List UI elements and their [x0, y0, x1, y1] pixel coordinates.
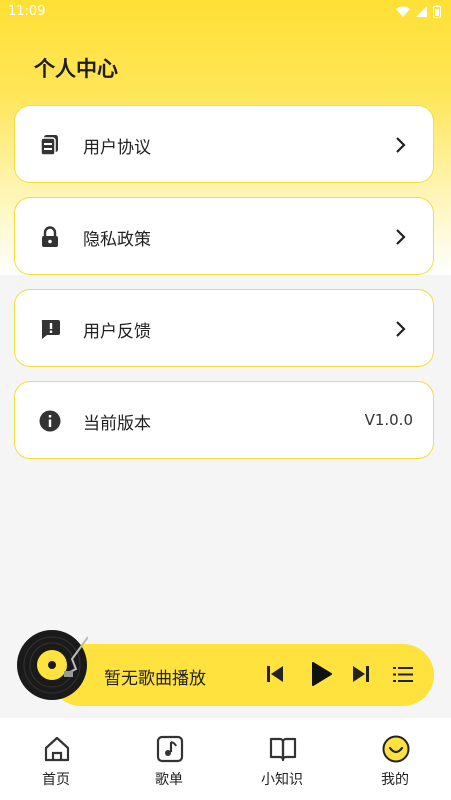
document-stack-icon	[40, 135, 58, 156]
status-icons	[396, 5, 441, 18]
tab-label: 我的	[381, 772, 409, 788]
menu-item-label: 当前版本	[83, 414, 151, 434]
tab-mine[interactable]: 我的	[339, 718, 451, 800]
next-track-icon[interactable]	[352, 665, 370, 683]
tab-label: 小知识	[261, 772, 303, 788]
mini-player[interactable]: 暂无歌曲播放	[16, 629, 434, 707]
menu-item-current-version[interactable]: 当前版本 V1.0.0	[14, 381, 434, 459]
battery-icon	[433, 5, 441, 18]
chevron-right-icon	[396, 137, 406, 153]
vinyl-record-icon[interactable]	[16, 629, 88, 701]
chevron-right-icon	[396, 229, 406, 245]
feedback-icon	[41, 320, 60, 339]
music-note-icon	[156, 735, 184, 763]
menu-item-user-agreement[interactable]: 用户协议	[14, 105, 434, 183]
signal-icon	[416, 6, 427, 17]
menu-item-privacy-policy[interactable]: 隐私政策	[14, 197, 434, 275]
player-song-title: 暂无歌曲播放	[104, 669, 206, 689]
tab-label: 首页	[42, 772, 70, 788]
page-title: 个人中心	[34, 57, 118, 81]
menu-item-label: 用户反馈	[83, 322, 151, 342]
chevron-right-icon	[396, 321, 406, 337]
menu-item-user-feedback[interactable]: 用户反馈	[14, 289, 434, 367]
book-icon	[269, 737, 297, 762]
bottom-tab-bar: 首页 歌单 小知识 我的	[0, 718, 451, 800]
tab-home[interactable]: 首页	[0, 718, 112, 800]
home-icon	[44, 736, 70, 762]
version-value: V1.0.0	[364, 411, 413, 429]
status-time: 11:09	[8, 4, 46, 19]
menu-item-label: 用户协议	[83, 138, 151, 158]
tab-playlist[interactable]: 歌单	[113, 718, 225, 800]
info-icon	[39, 410, 61, 432]
smiley-icon	[382, 735, 410, 763]
play-icon[interactable]	[310, 662, 332, 686]
lock-icon	[42, 226, 58, 247]
status-bar: 11:09	[0, 0, 451, 24]
wifi-icon	[396, 6, 410, 17]
playlist-icon[interactable]	[393, 666, 413, 683]
previous-track-icon[interactable]	[266, 665, 284, 683]
menu-item-label: 隐私政策	[83, 230, 151, 250]
tab-label: 歌单	[155, 772, 183, 788]
tab-knowledge[interactable]: 小知识	[226, 718, 338, 800]
